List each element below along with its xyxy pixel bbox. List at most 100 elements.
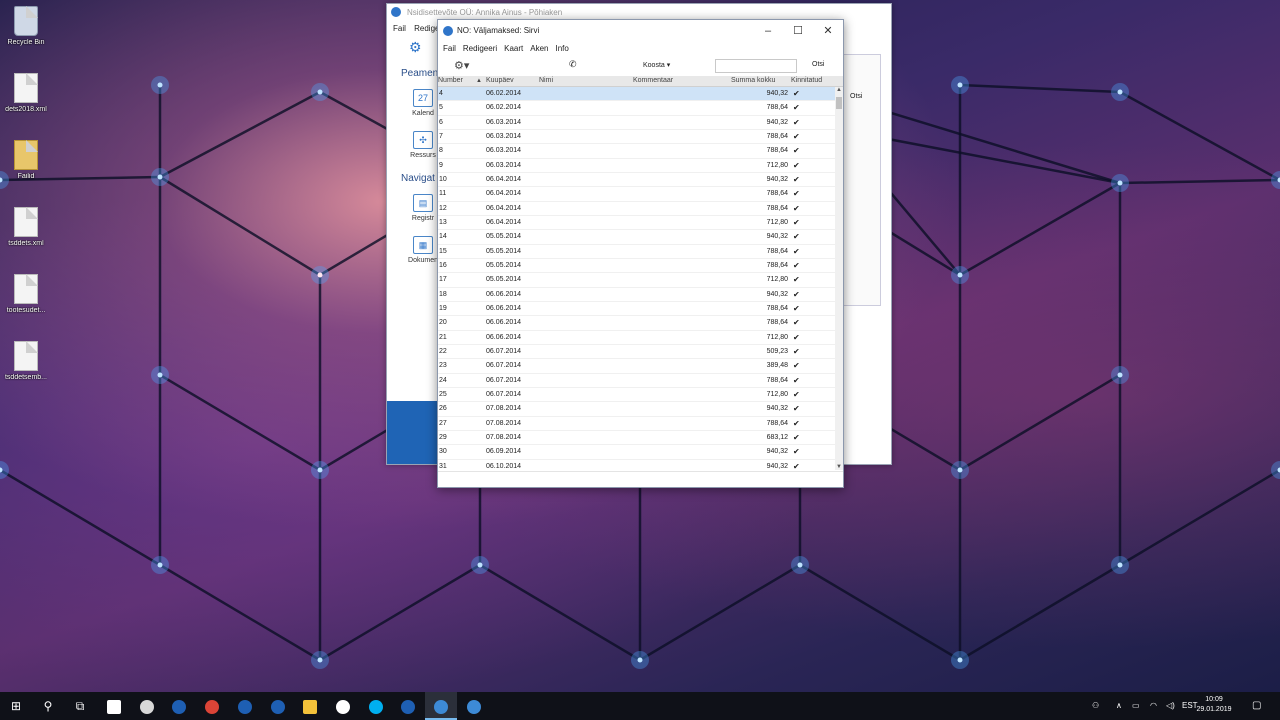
horizontal-scrollbar[interactable] (438, 471, 843, 487)
taskbar-app-app-1[interactable] (131, 692, 163, 720)
taskbar-app-app-3[interactable] (229, 692, 261, 720)
row-date: 06.07.2014 (486, 390, 522, 398)
desktop-icon[interactable]: Failid (0, 140, 56, 180)
desktop-icon[interactable]: tootesudet... (0, 274, 56, 314)
start-button[interactable]: ⊞ (0, 692, 32, 720)
close-button[interactable]: ✕ (813, 20, 843, 42)
taskbar-app-app-7[interactable] (425, 692, 457, 720)
otsi-button[interactable]: Otsi (812, 61, 824, 68)
table-row[interactable]: 19 06.06.2014 788,64 ✔ (438, 302, 835, 317)
table-row[interactable]: 14 05.05.2014 940,32 ✔ (438, 230, 835, 245)
payments-browse-dialog[interactable]: NO: Väljamaksed: Sirvi – ☐ ✕ Fail Redigeeri… (437, 19, 844, 488)
minimize-button[interactable]: – (753, 20, 783, 42)
bg-otsi-label[interactable]: Otsi (850, 93, 862, 100)
menu-redigeeri[interactable]: Redigeeri (463, 44, 497, 53)
row-sum: 940,32 (766, 448, 788, 456)
table-row[interactable]: 20 06.06.2014 788,64 ✔ (438, 316, 835, 331)
table-row[interactable]: 26 07.08.2014 940,32 ✔ (438, 402, 835, 417)
col-number[interactable]: Number (438, 76, 463, 86)
col-nimi[interactable]: Nimi (539, 76, 553, 86)
scroll-up-icon[interactable]: ▲ (835, 87, 843, 93)
taskbar-app-app-2[interactable] (163, 692, 195, 720)
menu-kaart[interactable]: Kaart (504, 44, 523, 53)
table-row[interactable]: 31 06.10.2014 940,32 ✔ (438, 460, 835, 470)
row-date: 06.04.2014 (486, 190, 522, 198)
row-number: 21 (439, 333, 447, 341)
notifications-icon[interactable]: ▢ (1252, 692, 1261, 720)
app-3-icon (237, 699, 252, 714)
col-kinnitatud[interactable]: Kinnitatud (791, 76, 822, 86)
desktop-icon-label: tsddets.xml (8, 240, 44, 247)
network-people-icon[interactable]: ⚇ (1092, 692, 1099, 720)
table-row[interactable]: 21 06.06.2014 712,80 ✔ (438, 331, 835, 345)
table-row[interactable]: 10 06.04.2014 940,32 ✔ (438, 173, 835, 188)
table-row[interactable]: 18 06.06.2014 940,32 ✔ (438, 288, 835, 302)
table-row[interactable]: 6 06.03.2014 940,32 ✔ (438, 116, 835, 130)
nav-ressurs[interactable]: ✣ Ressurs (407, 131, 439, 159)
battery-icon[interactable]: ▭ (1132, 692, 1140, 720)
bg-menu-redige[interactable]: Redige (414, 24, 439, 33)
col-summa[interactable]: Summa kokku (731, 76, 775, 86)
chevron-up-icon[interactable]: ∧ (1116, 692, 1122, 720)
desktop-icon[interactable]: Recycle Bin (0, 6, 56, 46)
table-row[interactable]: 7 06.03.2014 788,64 ✔ (438, 130, 835, 145)
scroll-down-icon[interactable]: ▼ (835, 464, 843, 470)
table-row[interactable]: 8 06.03.2014 788,64 ✔ (438, 144, 835, 159)
nav-kalend[interactable]: 27 Kalend (407, 89, 439, 117)
col-kommentaar[interactable]: Kommentaar (633, 76, 673, 86)
table-row[interactable]: 22 06.07.2014 509,23 ✔ (438, 345, 835, 360)
table-row[interactable]: 13 06.04.2014 712,80 ✔ (438, 216, 835, 231)
table-row[interactable]: 30 06.09.2014 940,32 ✔ (438, 445, 835, 460)
taskbar-app-app-5[interactable] (327, 692, 359, 720)
taskbar-app-chrome[interactable] (196, 692, 228, 720)
table-row[interactable]: 27 07.08.2014 788,64 ✔ (438, 417, 835, 431)
table-row[interactable]: 23 06.07.2014 389,48 ✔ (438, 359, 835, 374)
row-sum: 940,32 (766, 90, 788, 97)
desktop-icon[interactable]: tsddetsemb... (0, 341, 56, 381)
taskbar-app-calculator[interactable] (98, 692, 130, 720)
dialog-titlebar[interactable]: NO: Väljamaksed: Sirvi – ☐ ✕ (438, 20, 843, 42)
maximize-button[interactable]: ☐ (783, 20, 813, 42)
desktop-icon[interactable]: tsddets.xml (0, 207, 56, 247)
volume-icon[interactable]: ◁) (1166, 692, 1175, 720)
taskbar-app-app-6[interactable] (392, 692, 424, 720)
vertical-scrollbar[interactable]: ▲ ▼ (835, 87, 843, 470)
phone-icon[interactable]: ✆ (569, 59, 577, 70)
scrollbar-thumb[interactable] (836, 97, 842, 109)
table-row[interactable]: 24 06.07.2014 788,64 ✔ (438, 374, 835, 388)
desktop-icon-label: tootesudet... (6, 307, 46, 314)
menu-aken[interactable]: Aken (530, 44, 548, 53)
table-row[interactable]: 12 06.04.2014 788,64 ✔ (438, 202, 835, 216)
taskbar-app-file-explorer[interactable] (294, 692, 326, 720)
table-row[interactable]: 16 05.05.2014 788,64 ✔ (438, 259, 835, 274)
row-number: 15 (439, 247, 447, 255)
menu-fail[interactable]: Fail (443, 44, 456, 53)
taskbar-app-app-8[interactable] (458, 692, 490, 720)
table-row[interactable]: 9 06.03.2014 712,80 ✔ (438, 159, 835, 173)
gear-dropdown-icon[interactable]: ⚙▾ (454, 59, 469, 72)
desktop-icon[interactable]: dets2018.xml (0, 73, 56, 113)
wifi-icon[interactable]: ◠ (1150, 692, 1157, 720)
search-icon[interactable]: ⚲ (32, 692, 64, 720)
table-row[interactable]: 5 06.02.2014 788,64 ✔ (438, 101, 835, 116)
gear-icon[interactable]: ⚙ (409, 39, 422, 56)
search-input[interactable] (715, 59, 797, 73)
nav-registr[interactable]: ▤ Registr (407, 194, 439, 222)
table-row[interactable]: 29 07.08.2014 683,12 ✔ (438, 431, 835, 446)
row-number: 10 (439, 175, 447, 183)
table-row[interactable]: 25 06.07.2014 712,80 ✔ (438, 388, 835, 403)
table-row[interactable]: 11 06.04.2014 788,64 ✔ (438, 187, 835, 202)
koosta-button[interactable]: Koosta ▾ (643, 61, 670, 69)
taskbar-app-app-4[interactable] (262, 692, 294, 720)
table-row[interactable]: 4 06.02.2014 940,32 ✔ (438, 87, 835, 102)
table-row[interactable]: 15 05.05.2014 788,64 ✔ (438, 245, 835, 259)
col-kuupaev[interactable]: Kuupäev (486, 76, 514, 86)
clock[interactable]: 10:09 29.01.2019 (1196, 695, 1232, 715)
task-view-icon[interactable]: ⧉ (64, 692, 96, 720)
table-row[interactable]: 17 05.05.2014 712,80 ✔ (438, 273, 835, 288)
nav-dokumen[interactable]: ▦ Dokumen (407, 236, 439, 264)
menu-info[interactable]: Info (556, 44, 569, 53)
bg-menu-fail[interactable]: Fail (393, 24, 406, 33)
file-icon (14, 274, 38, 304)
taskbar-app-skype[interactable] (360, 692, 392, 720)
